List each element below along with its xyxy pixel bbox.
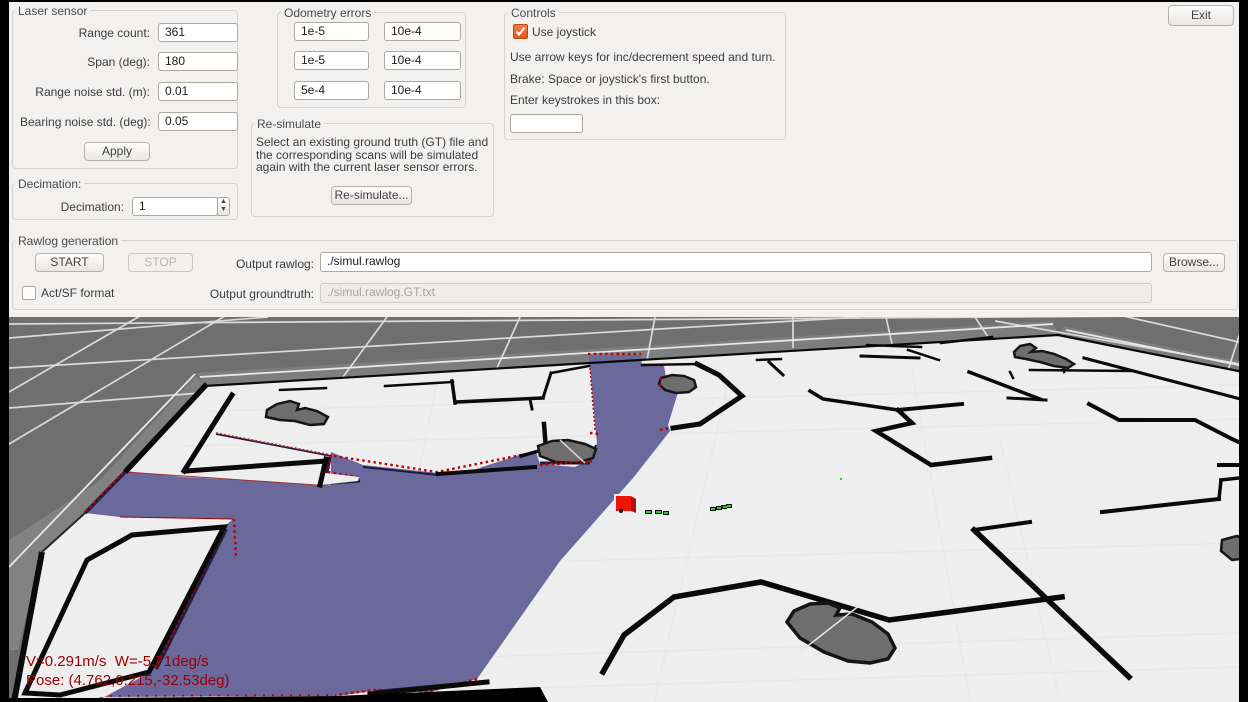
svg-text:V=0.291m/s W=-5.71deg/s: V=0.291m/s W=-5.71deg/s [26,653,209,670]
svg-text:Pose: (4.762,0.215,-32.53deg): Pose: (4.762,0.215,-32.53deg) [26,672,229,689]
